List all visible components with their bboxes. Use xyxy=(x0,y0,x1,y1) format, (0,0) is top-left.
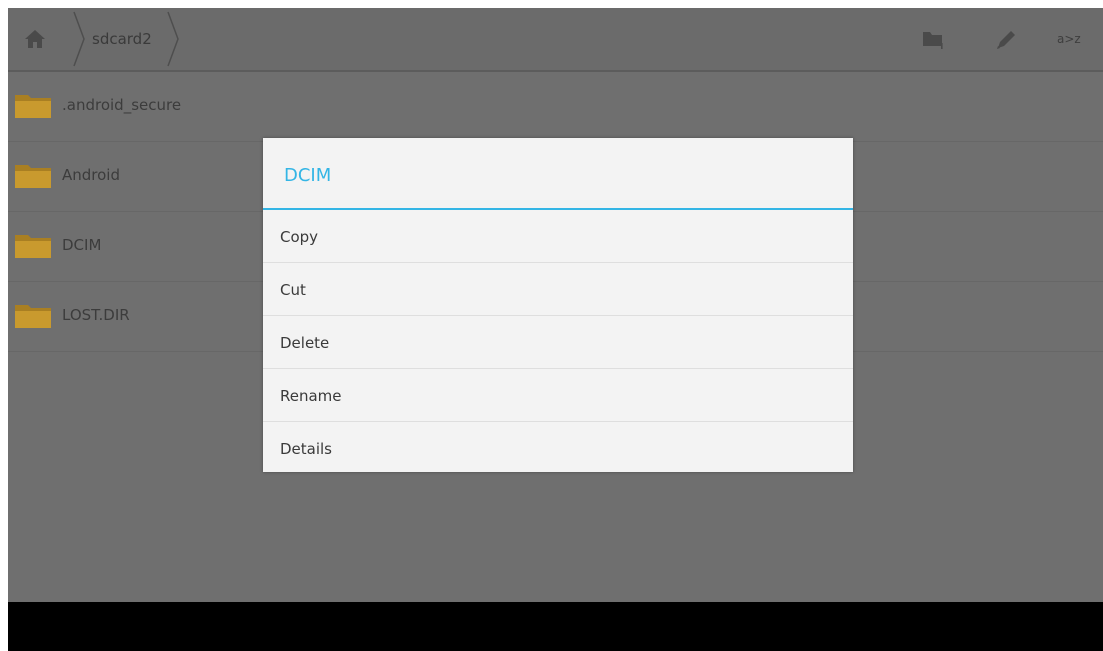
sort-button[interactable]: a>z xyxy=(1057,30,1081,48)
menu-item-delete[interactable]: Delete xyxy=(263,316,853,369)
context-menu-dialog: DCIM Copy Cut Delete Rename Details xyxy=(263,138,853,472)
new-folder-icon[interactable] xyxy=(920,26,948,52)
breadcrumb-separator-icon xyxy=(72,10,86,68)
action-bar: sdcard2 a>z xyxy=(8,8,1103,72)
home-icon[interactable] xyxy=(22,26,48,52)
menu-item-copy[interactable]: Copy xyxy=(263,210,853,263)
menu-item-label: Rename xyxy=(280,387,342,405)
menu-item-cut[interactable]: Cut xyxy=(263,263,853,316)
file-name: DCIM xyxy=(62,236,102,254)
folder-icon xyxy=(14,162,52,190)
menu-item-details[interactable]: Details xyxy=(263,422,853,474)
navigation-bar xyxy=(8,602,1103,651)
menu-item-rename[interactable]: Rename xyxy=(263,369,853,422)
dialog-title: DCIM xyxy=(284,165,332,186)
menu-item-label: Delete xyxy=(280,334,330,352)
menu-item-label: Details xyxy=(280,440,333,458)
file-name: Android xyxy=(62,166,120,184)
context-menu: Copy Cut Delete Rename Details xyxy=(263,210,853,474)
edit-icon[interactable] xyxy=(992,26,1020,52)
folder-icon xyxy=(14,302,52,330)
breadcrumb-sdcard2[interactable]: sdcard2 xyxy=(92,28,152,50)
screen: sdcard2 a>z .android_secure Android DCIM… xyxy=(8,8,1103,651)
file-name: LOST.DIR xyxy=(62,306,130,324)
dialog-title-bar: DCIM xyxy=(263,138,853,210)
breadcrumb-separator-icon xyxy=(166,10,180,68)
folder-icon xyxy=(14,232,52,260)
file-name: .android_secure xyxy=(62,96,182,114)
folder-icon xyxy=(14,92,52,120)
menu-item-label: Cut xyxy=(280,281,306,299)
file-row[interactable]: .android_secure xyxy=(8,72,1103,142)
menu-item-label: Copy xyxy=(280,228,319,246)
